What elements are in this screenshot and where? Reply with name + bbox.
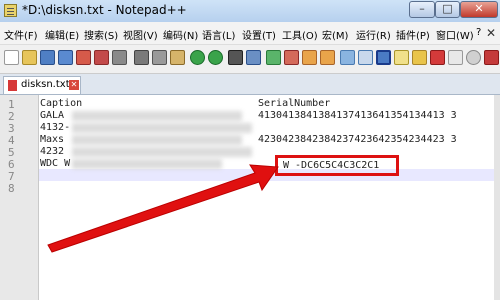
menu-run[interactable]: 运行(R) — [356, 27, 391, 42]
redo-icon[interactable] — [208, 50, 223, 65]
vertical-scrollbar[interactable] — [494, 95, 500, 300]
menu-plugins[interactable]: 插件(P) — [396, 27, 430, 42]
menu-tools[interactable]: 工具(O) — [282, 27, 318, 42]
menu-window[interactable]: 窗口(W) — [436, 27, 474, 42]
minimize-button[interactable]: – — [409, 1, 435, 18]
new-file-icon[interactable] — [4, 50, 19, 65]
menu-settings[interactable]: 设置(T) — [242, 27, 276, 42]
monitoring-icon[interactable] — [466, 50, 481, 65]
save-all-icon[interactable] — [58, 50, 73, 65]
close-file-icon[interactable] — [76, 50, 91, 65]
undo-icon[interactable] — [190, 50, 205, 65]
menu-encoding[interactable]: 编码(N) — [163, 27, 198, 42]
tab-label: disksn.txt — [21, 79, 70, 90]
menu-edit[interactable]: 编辑(E) — [45, 27, 79, 42]
find-icon[interactable] — [228, 50, 243, 65]
open-file-icon[interactable] — [22, 50, 37, 65]
replace-icon[interactable] — [246, 50, 261, 65]
notepad-icon — [4, 4, 17, 17]
save-icon[interactable] — [40, 50, 55, 65]
sync-v-icon[interactable] — [302, 50, 317, 65]
editor[interactable]: 1 2 3 4 5 6 7 8 Caption GALA 4132- Maxs … — [0, 95, 500, 300]
pointer-arrow — [47, 164, 279, 253]
close-all-icon[interactable] — [94, 50, 109, 65]
unsaved-file-icon — [8, 80, 17, 91]
menu-view[interactable]: 视图(V) — [123, 27, 158, 42]
maximize-button[interactable]: □ — [435, 1, 460, 18]
menu-macro[interactable]: 宏(M) — [322, 27, 348, 42]
tab-close-icon[interactable]: ✕ — [69, 80, 79, 90]
record-macro-icon[interactable] — [484, 50, 499, 65]
menu-search[interactable]: 搜索(S) — [84, 27, 118, 42]
indent-guide-icon[interactable] — [376, 50, 391, 65]
tab-disksn[interactable]: disksn.txt ✕ — [3, 76, 81, 94]
zoom-in-icon[interactable] — [266, 50, 281, 65]
title-bar: *D:\disksn.txt - Notepad++ – □ ✕ — [0, 0, 500, 22]
all-chars-icon[interactable] — [358, 50, 373, 65]
paste-icon[interactable] — [170, 50, 185, 65]
menu-help[interactable]: ? — [476, 27, 481, 38]
menu-bar: 文件(F) 编辑(E) 搜索(S) 视图(V) 编码(N) 语言(L) 设置(T… — [0, 22, 500, 45]
cut-icon[interactable] — [134, 50, 149, 65]
lang-icon[interactable] — [394, 50, 409, 65]
word-wrap-icon[interactable] — [340, 50, 355, 65]
menu-file[interactable]: 文件(F) — [4, 27, 38, 42]
print-icon[interactable] — [112, 50, 127, 65]
window-title: *D:\disksn.txt - Notepad++ — [22, 3, 187, 17]
menu-language[interactable]: 语言(L) — [202, 27, 235, 42]
doc-map-icon[interactable] — [412, 50, 427, 65]
zoom-out-icon[interactable] — [284, 50, 299, 65]
document-close-icon[interactable]: ✕ — [486, 26, 496, 40]
toolbar — [0, 45, 500, 74]
folder-as-workspace-icon[interactable] — [448, 50, 463, 65]
copy-icon[interactable] — [152, 50, 167, 65]
sync-h-icon[interactable] — [320, 50, 335, 65]
function-list-icon[interactable] — [430, 50, 445, 65]
tab-bar: disksn.txt ✕ — [0, 74, 500, 95]
arrow-shape — [47, 164, 279, 253]
close-button[interactable]: ✕ — [460, 1, 498, 18]
